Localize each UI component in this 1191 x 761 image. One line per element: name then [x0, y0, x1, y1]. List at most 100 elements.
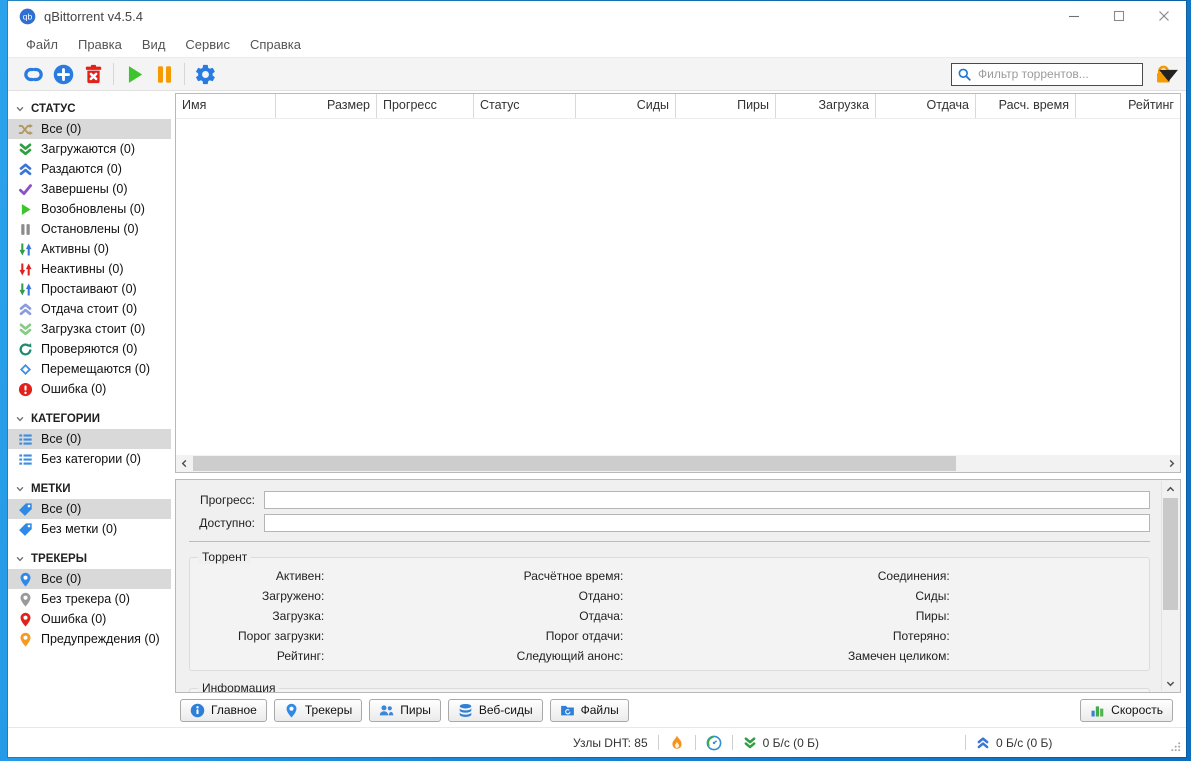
- sidebar-filter-0-13[interactable]: Ошибка (0): [8, 379, 171, 399]
- close-button[interactable]: [1141, 1, 1186, 31]
- toolbar: [8, 57, 1186, 91]
- torrent-filter-input[interactable]: [976, 66, 1137, 82]
- sidebar-filter-2-0[interactable]: Все (0): [8, 499, 171, 519]
- sidebar-filter-label: Без категории (0): [41, 452, 141, 466]
- content-area: СТАТУС Все (0) Загружаются (0) Раздаются (0…: [8, 91, 1186, 727]
- column-header-1[interactable]: Размер: [276, 94, 377, 118]
- column-header-4[interactable]: Сиды: [576, 94, 676, 118]
- scroll-up-button[interactable]: [1162, 481, 1179, 497]
- download-speed-text: 0 Б/с (0 Б): [762, 735, 820, 750]
- sidebar-section-header-2[interactable]: МЕТКИ: [8, 478, 171, 499]
- sidebar-filter-3-3[interactable]: Предупреждения (0): [8, 629, 171, 649]
- torrent-table-body[interactable]: [176, 119, 1180, 455]
- scroll-left-button[interactable]: [176, 455, 193, 472]
- chevron-left-icon: [180, 459, 189, 468]
- sidebar-filter-0-2[interactable]: Раздаются (0): [8, 159, 171, 179]
- sidebar-filter-label: Все (0): [41, 502, 82, 516]
- list-icon: [18, 452, 33, 467]
- sidebar-filter-0-11[interactable]: Проверяются (0): [8, 339, 171, 359]
- column-header-0[interactable]: Имя: [176, 94, 276, 118]
- tab-general[interactable]: Главное: [180, 698, 267, 722]
- arrows-active-icon: [18, 282, 33, 297]
- column-header-2[interactable]: Прогресс: [377, 94, 474, 118]
- progress-label: Прогресс:: [199, 493, 255, 507]
- sidebar-filter-0-10[interactable]: Загрузка стоит (0): [8, 319, 171, 339]
- maximize-button[interactable]: [1096, 1, 1141, 31]
- sidebar-filter-0-5[interactable]: Остановлены (0): [8, 219, 171, 239]
- menu-item-4[interactable]: Справка: [240, 37, 311, 52]
- torrent-stat-label: Загружено:: [261, 589, 325, 603]
- sidebar-filter-0-9[interactable]: Отдача стоит (0): [8, 299, 171, 319]
- sidebar-filter-0-8[interactable]: Простаивают (0): [8, 279, 171, 299]
- collapse-chevron-icon: [15, 554, 25, 564]
- tab-label: Файлы: [580, 703, 619, 717]
- sidebar-filter-3-1[interactable]: Без трекера (0): [8, 589, 171, 609]
- options-button[interactable]: [190, 60, 220, 88]
- scroll-down-button[interactable]: [1162, 675, 1179, 691]
- horizontal-scrollbar-thumb[interactable]: [193, 456, 957, 471]
- chevrons-up-icon: [18, 162, 33, 177]
- title-bar: qb qBittorrent v4.5.4: [8, 1, 1186, 31]
- tab-peers[interactable]: Пиры: [369, 698, 441, 722]
- horizontal-scrollbar[interactable]: [176, 455, 1180, 472]
- chevron-right-icon: [1167, 459, 1176, 468]
- menu-item-3[interactable]: Сервис: [175, 37, 240, 52]
- column-header-6[interactable]: Загрузка: [776, 94, 876, 118]
- scroll-right-button[interactable]: [1163, 455, 1180, 472]
- window-title: qBittorrent v4.5.4: [44, 8, 143, 24]
- sidebar-filter-0-12[interactable]: Перемещаются (0): [8, 359, 171, 379]
- sidebar-filter-0-1[interactable]: Загружаются (0): [8, 139, 171, 159]
- dht-nodes-label: Узлы DHT: 85: [573, 735, 648, 750]
- resume-button[interactable]: [119, 60, 149, 88]
- sidebar-filter-0-7[interactable]: Неактивны (0): [8, 259, 171, 279]
- sidebar-filter-2-1[interactable]: Без метки (0): [8, 519, 171, 539]
- column-header-8[interactable]: Расч. время: [976, 94, 1076, 118]
- speed-widget-button[interactable]: Скорость: [1080, 698, 1173, 722]
- menu-item-2[interactable]: Вид: [132, 37, 176, 52]
- chevrons-down-icon: [18, 322, 33, 337]
- tab-webseeds[interactable]: Веб-сиды: [447, 698, 543, 722]
- tab-trackers[interactable]: Трекеры: [273, 698, 363, 722]
- column-header-9[interactable]: Рейтинг: [1076, 94, 1180, 118]
- torrent-stat-cell: Замечен целиком:: [799, 648, 1141, 664]
- alt-speed-flame-icon[interactable]: [669, 735, 685, 751]
- delete-torrent-button[interactable]: [78, 60, 108, 88]
- resize-grip[interactable]: [1170, 741, 1181, 752]
- filter-sidebar: СТАТУС Все (0) Загружаются (0) Раздаются (0…: [8, 91, 171, 727]
- column-header-5[interactable]: Пиры: [676, 94, 776, 118]
- upload-speed-widget[interactable]: 0 Б/с (0 Б): [976, 736, 1052, 750]
- sidebar-section-header-1[interactable]: КАТЕГОРИИ: [8, 408, 171, 429]
- sidebar-filter-3-0[interactable]: Все (0): [8, 569, 171, 589]
- tab-label: Главное: [211, 703, 257, 717]
- shuffle-icon: [18, 122, 33, 137]
- sidebar-section-header-3[interactable]: ТРЕКЕРЫ: [8, 548, 171, 569]
- download-speed-widget[interactable]: 0 Б/с (0 Б): [743, 736, 819, 750]
- close-icon: [1158, 10, 1170, 22]
- minimize-button[interactable]: [1051, 1, 1096, 31]
- sidebar-filter-0-3[interactable]: Завершены (0): [8, 179, 171, 199]
- sidebar-filter-3-2[interactable]: Ошибка (0): [8, 609, 171, 629]
- add-torrent-link-button[interactable]: [18, 60, 48, 88]
- menu-item-0[interactable]: Файл: [16, 37, 68, 52]
- sidebar-filter-0-4[interactable]: Возобновлены (0): [8, 199, 171, 219]
- availability-row: Доступно:: [189, 514, 1150, 532]
- add-torrent-file-button[interactable]: [48, 60, 78, 88]
- sidebar-section-header-0[interactable]: СТАТУС: [8, 98, 171, 119]
- menu-item-1[interactable]: Правка: [68, 37, 132, 52]
- torrent-stat-cell: Порог загрузки:: [198, 628, 485, 644]
- lock-button[interactable]: [1150, 61, 1178, 87]
- sidebar-filter-0-6[interactable]: Активны (0): [8, 239, 171, 259]
- vertical-scrollbar-thumb[interactable]: [1163, 498, 1178, 610]
- column-header-7[interactable]: Отдача: [876, 94, 976, 118]
- pause-button[interactable]: [149, 60, 179, 88]
- vertical-scrollbar[interactable]: [1161, 481, 1179, 691]
- sidebar-filter-1-0[interactable]: Все (0): [8, 429, 171, 449]
- connection-status-icon[interactable]: [706, 735, 722, 751]
- sidebar-filter-0-0[interactable]: Все (0): [8, 119, 171, 139]
- torrent-stat-label: Рейтинг:: [276, 649, 325, 663]
- column-header-3[interactable]: Статус: [474, 94, 576, 118]
- tab-files[interactable]: Файлы: [549, 698, 629, 722]
- torrent-stat-cell: Рейтинг:: [198, 648, 485, 664]
- sidebar-filter-1-1[interactable]: Без категории (0): [8, 449, 171, 469]
- arrows-inactive-icon: [18, 262, 33, 277]
